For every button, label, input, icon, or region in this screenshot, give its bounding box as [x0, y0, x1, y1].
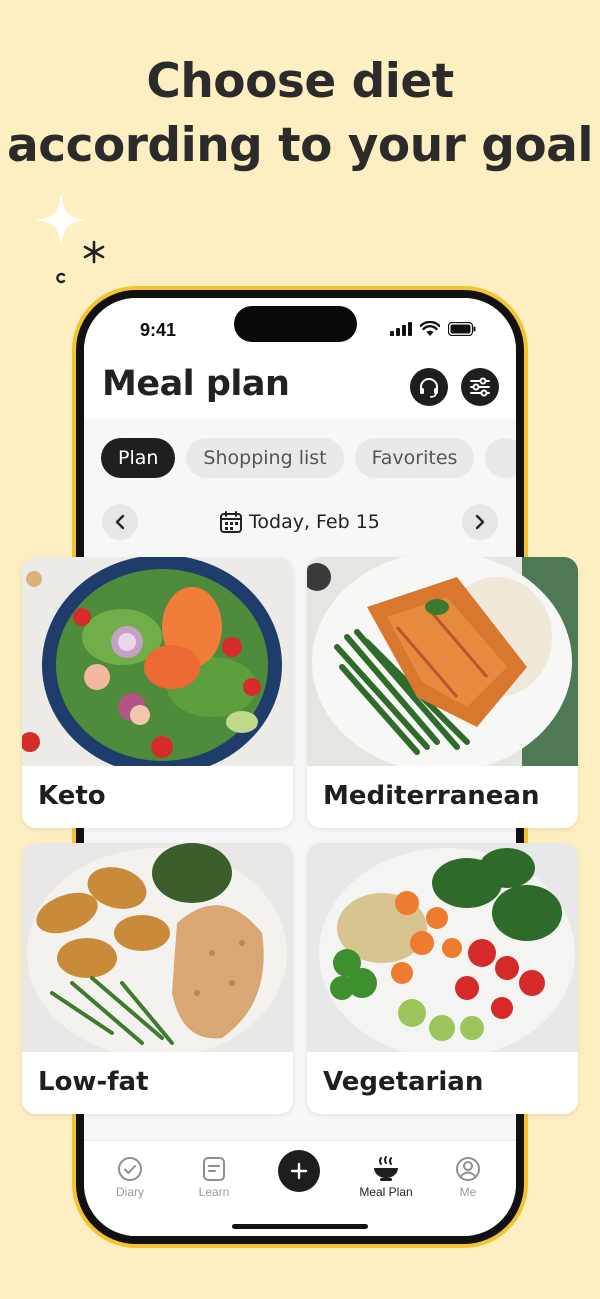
nav-meal-plan-label: Meal Plan [359, 1185, 413, 1199]
diet-card-mediterranean[interactable]: Mediterranean [307, 557, 578, 828]
next-day-button[interactable] [462, 504, 498, 540]
nav-learn[interactable]: Learn [174, 1141, 254, 1199]
tab-plan[interactable]: Plan [101, 438, 176, 478]
check-circle-icon [118, 1157, 142, 1181]
page-title: Meal plan [102, 364, 290, 404]
promo-canvas: Choose diet according to your goal 9:41 [0, 0, 600, 1299]
asterisk-icon [83, 240, 105, 264]
nav-meal-plan[interactable]: Meal Plan [346, 1141, 426, 1199]
diet-label-low-fat: Low-fat [38, 1067, 149, 1097]
document-icon [203, 1157, 225, 1181]
diet-label-vegetarian: Vegetarian [323, 1067, 484, 1097]
diet-label-mediterranean: Mediterranean [323, 781, 540, 811]
diet-label-keto: Keto [38, 781, 106, 811]
tab-shopping-list[interactable]: Shopping list [186, 438, 344, 478]
nav-me-label: Me [459, 1185, 477, 1199]
mediterranean-salmon-image [307, 557, 578, 766]
headline-line-1: Choose diet [146, 54, 454, 109]
previous-day-button[interactable] [102, 504, 138, 540]
plus-icon [290, 1162, 308, 1180]
keto-salad-image [22, 557, 293, 766]
dynamic-island [234, 306, 357, 342]
plan-tabs: Plan Shopping list Favorites [101, 438, 516, 478]
tab-favorites[interactable]: Favorites [354, 438, 475, 478]
nav-learn-label: Learn [198, 1185, 230, 1199]
sparkle-icon [36, 192, 86, 248]
bowl-icon [374, 1156, 398, 1181]
diet-card-vegetarian[interactable]: Vegetarian [307, 843, 578, 1114]
home-indicator [232, 1224, 368, 1229]
status-icons [390, 321, 476, 336]
date-display[interactable]: Today, Feb 15 [219, 510, 380, 534]
nav-diary[interactable]: Diary [90, 1141, 170, 1199]
wifi-icon [420, 321, 440, 336]
support-icon [420, 378, 438, 398]
bottom-tab-bar: Diary Learn Meal Plan Me [84, 1140, 516, 1236]
nav-diary-label: Diary [115, 1185, 144, 1199]
filter-icon [470, 377, 490, 397]
signal-icon [390, 321, 412, 336]
chevron-right-icon [475, 514, 485, 530]
filter-button[interactable] [461, 368, 499, 406]
low-fat-chicken-image [22, 843, 293, 1052]
headline-line-2: according to your goal [7, 118, 593, 173]
date-navigator: Today, Feb 15 [84, 504, 516, 544]
calendar-icon [220, 511, 242, 533]
profile-icon [456, 1157, 480, 1181]
curl-icon [56, 272, 66, 284]
chevron-left-icon [115, 514, 125, 530]
diet-card-low-fat[interactable]: Low-fat [22, 843, 293, 1114]
promo-headline: Choose diet according to your goal [0, 50, 600, 178]
vegetarian-bowl-image [307, 843, 578, 1052]
diet-card-keto[interactable]: Keto [22, 557, 293, 828]
date-text: Today, Feb 15 [249, 511, 380, 533]
status-time: 9:41 [140, 320, 177, 340]
battery-icon [448, 321, 476, 336]
tab-more-partial[interactable] [485, 438, 516, 478]
add-button[interactable] [278, 1150, 320, 1192]
support-button[interactable] [410, 368, 448, 406]
nav-me[interactable]: Me [428, 1141, 508, 1199]
